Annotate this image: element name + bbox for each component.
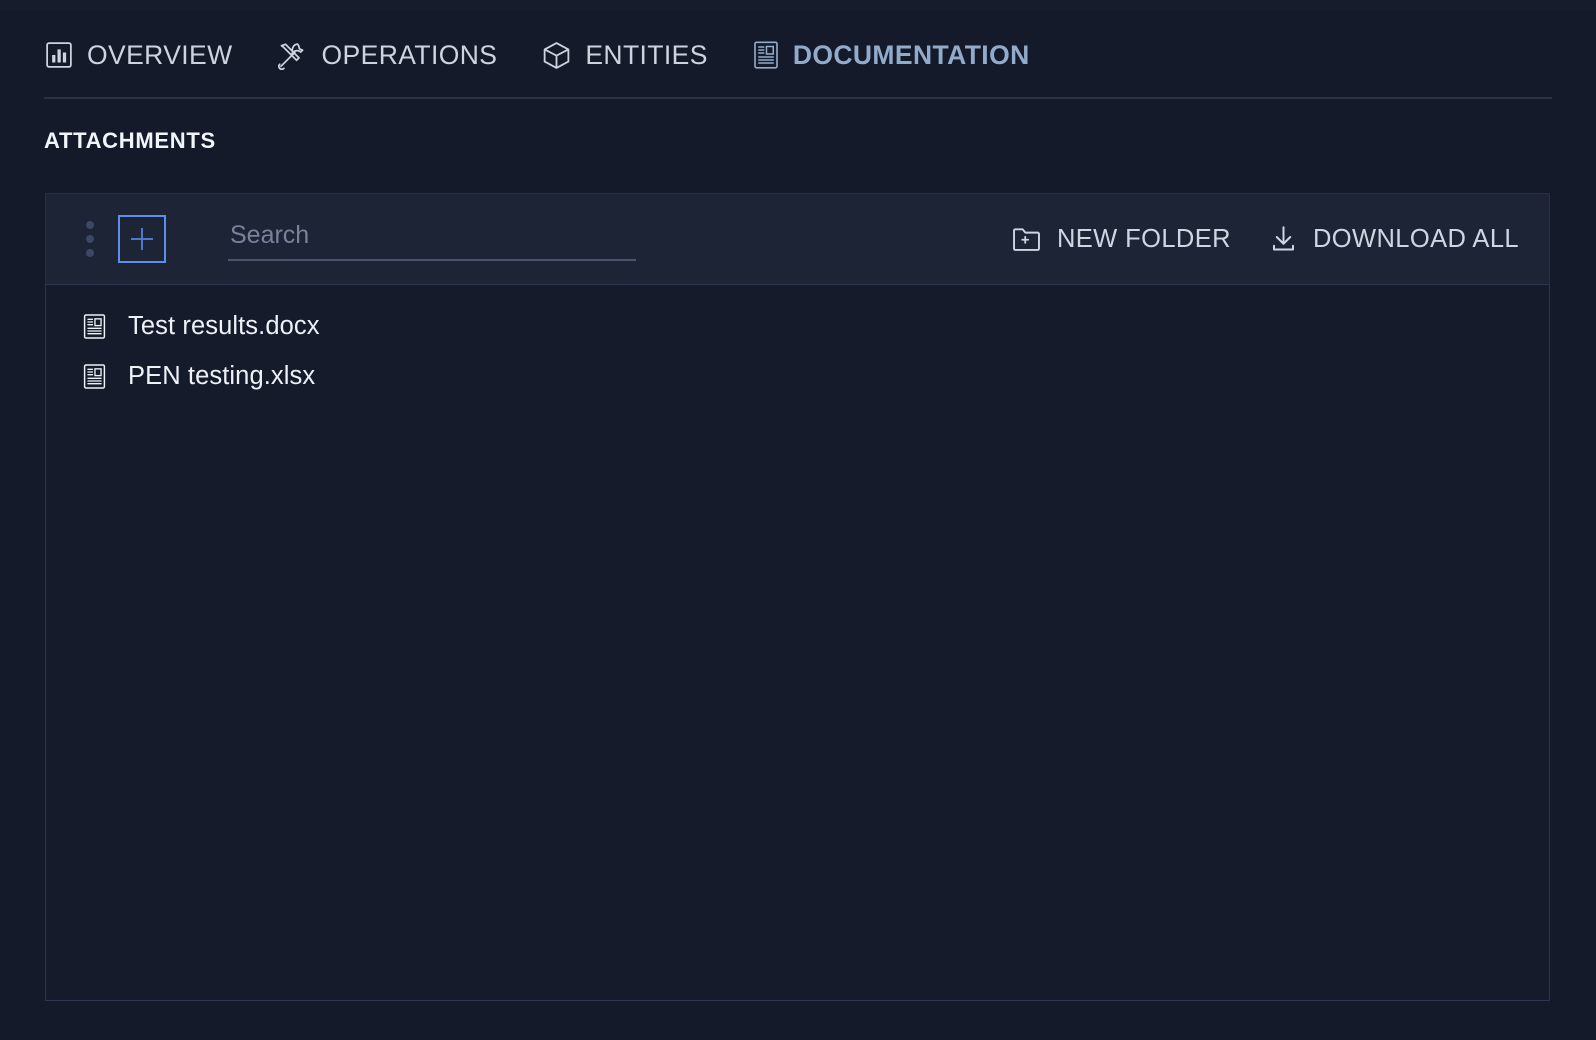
search-field-wrapper <box>228 217 636 261</box>
folder-plus-icon <box>1011 225 1042 253</box>
download-all-button[interactable]: DOWNLOAD ALL <box>1269 215 1519 263</box>
download-all-label: DOWNLOAD ALL <box>1313 225 1519 254</box>
document-icon <box>82 363 107 390</box>
new-folder-label: NEW FOLDER <box>1057 225 1231 254</box>
tools-icon <box>277 40 309 70</box>
new-folder-button[interactable]: NEW FOLDER <box>1011 215 1231 263</box>
list-item[interactable]: PEN testing.xlsx <box>46 351 1549 401</box>
attachments-panel: NEW FOLDER DOWNLOAD ALL <box>45 193 1550 1001</box>
search-input[interactable] <box>228 217 636 261</box>
add-attachment-button[interactable] <box>118 215 166 263</box>
file-name: Test results.docx <box>128 312 320 341</box>
file-name: PEN testing.xlsx <box>128 362 315 391</box>
tab-operations[interactable]: OPERATIONS <box>277 25 498 85</box>
tab-overview-label: OVERVIEW <box>87 40 233 71</box>
tab-overview[interactable]: OVERVIEW <box>44 25 233 85</box>
tab-entities[interactable]: ENTITIES <box>541 25 707 85</box>
tab-operations-label: OPERATIONS <box>322 40 498 71</box>
document-icon <box>82 313 107 340</box>
page-title: ATTACHMENTS <box>44 128 1596 154</box>
document-icon <box>752 40 780 70</box>
cube-icon <box>541 40 572 71</box>
attachments-file-list[interactable]: Test results.docx PEN testing.xlsx <box>45 284 1550 1001</box>
download-icon <box>1269 224 1298 254</box>
tab-documentation[interactable]: DOCUMENTATION <box>752 25 1030 85</box>
tab-documentation-label: DOCUMENTATION <box>793 40 1030 71</box>
attachments-toolbar: NEW FOLDER DOWNLOAD ALL <box>45 193 1550 284</box>
list-item[interactable]: Test results.docx <box>46 301 1549 351</box>
more-vertical-icon[interactable] <box>79 217 101 261</box>
window-top-strip <box>0 0 1596 11</box>
main-tab-bar: OVERVIEW OPERATIONS ENTIT <box>0 11 1596 99</box>
tab-entities-label: ENTITIES <box>585 40 707 71</box>
bar-chart-icon <box>44 40 74 70</box>
attachments-page: OVERVIEW OPERATIONS ENTIT <box>0 0 1596 1040</box>
toolbar-actions: NEW FOLDER DOWNLOAD ALL <box>1011 215 1519 263</box>
